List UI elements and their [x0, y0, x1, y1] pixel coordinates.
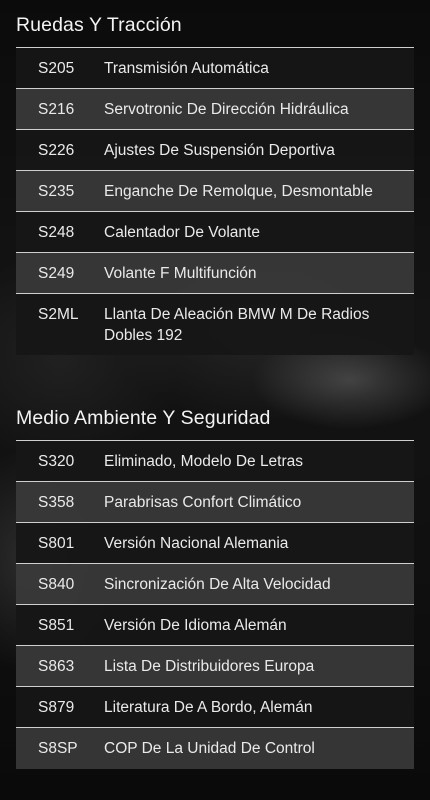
option-description: Sincronización De Alta Velocidad: [104, 576, 331, 593]
option-description: Servotronic De Dirección Hidráulica: [104, 101, 349, 118]
section-environment-safety: Medio Ambiente Y Seguridad S320 Eliminad…: [16, 396, 414, 769]
option-row: S248 Calentador De Volante: [16, 212, 414, 253]
option-row: S205 Transmisión Automática: [16, 48, 414, 89]
option-row: S851 Versión De Idioma Alemán: [16, 605, 414, 646]
option-code: S2ML: [38, 306, 79, 323]
option-row: S2ML Llanta De Aleación BMW M De Radios …: [16, 294, 414, 355]
option-description: Parabrisas Confort Climático: [104, 494, 302, 511]
option-row: S235 Enganche De Remolque, Desmontable: [16, 171, 414, 212]
option-list: S320 Eliminado, Modelo De Letras S358 Pa…: [16, 441, 414, 769]
option-row: S249 Volante F Multifunción: [16, 253, 414, 294]
option-description: Calentador De Volante: [104, 224, 260, 241]
option-row: S840 Sincronización De Alta Velocidad: [16, 564, 414, 605]
option-code: S216: [38, 101, 75, 118]
option-code: S235: [38, 183, 75, 200]
option-description: Volante F Multifunción: [104, 265, 257, 282]
option-row: S879 Literatura De A Bordo, Alemán: [16, 687, 414, 728]
option-description: COP De La Unidad De Control: [104, 740, 315, 757]
section-title: Ruedas Y Tracción: [16, 3, 414, 48]
option-row: S801 Versión Nacional Alemania: [16, 523, 414, 564]
option-code: S249: [38, 265, 75, 282]
option-description: Lista De Distribuidores Europa: [104, 658, 315, 675]
option-code: S801: [38, 535, 75, 552]
option-description: Literatura De A Bordo, Alemán: [104, 699, 313, 716]
option-list: S205 Transmisión Automática S216 Servotr…: [16, 48, 414, 355]
option-description: Ajustes De Suspensión Deportiva: [104, 142, 335, 159]
option-description: Enganche De Remolque, Desmontable: [104, 183, 373, 200]
option-row: S863 Lista De Distribuidores Europa: [16, 646, 414, 687]
option-description: Transmisión Automática: [104, 60, 269, 77]
option-description: Versión De Idioma Alemán: [104, 617, 287, 634]
option-code: S851: [38, 617, 75, 634]
option-code: S358: [38, 494, 75, 511]
section-wheels-traction: Ruedas Y Tracción S205 Transmisión Autom…: [16, 3, 414, 355]
option-code: S879: [38, 699, 75, 716]
option-code: S320: [38, 453, 75, 470]
option-code: S248: [38, 224, 75, 241]
option-row: S226 Ajustes De Suspensión Deportiva: [16, 130, 414, 171]
option-code: S226: [38, 142, 75, 159]
option-row: S8SP COP De La Unidad De Control: [16, 728, 414, 769]
option-description: Llanta De Aleación BMW M De Radios Doble…: [104, 306, 370, 344]
option-code: S863: [38, 658, 75, 675]
section-title: Medio Ambiente Y Seguridad: [16, 396, 414, 441]
option-code: S840: [38, 576, 75, 593]
options-screen: Ruedas Y Tracción S205 Transmisión Autom…: [0, 0, 430, 800]
option-code: S205: [38, 60, 75, 77]
option-description: Versión Nacional Alemania: [104, 535, 289, 552]
option-row: S216 Servotronic De Dirección Hidráulica: [16, 89, 414, 130]
option-row: S320 Eliminado, Modelo De Letras: [16, 441, 414, 482]
option-code: S8SP: [38, 740, 78, 757]
option-description: Eliminado, Modelo De Letras: [104, 453, 304, 470]
option-row: S358 Parabrisas Confort Climático: [16, 482, 414, 523]
